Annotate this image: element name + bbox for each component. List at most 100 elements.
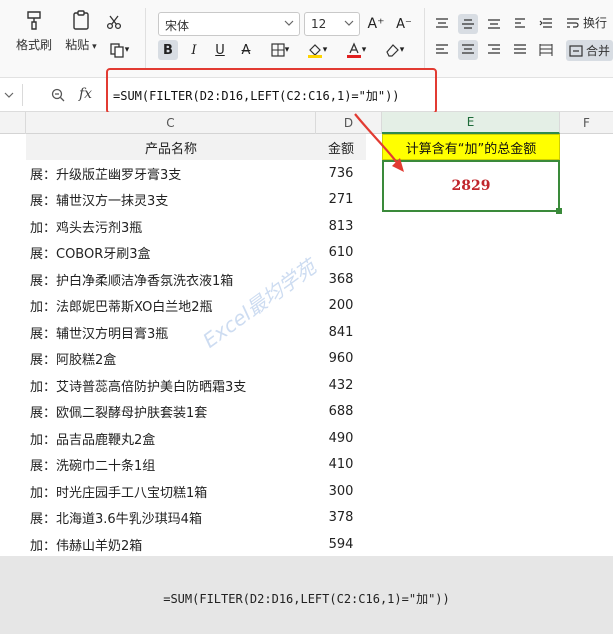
font-size-value: 12 <box>311 17 327 31</box>
align-left-icon <box>436 44 448 54</box>
borders-button[interactable]: ▾ <box>266 40 294 60</box>
underline-button[interactable]: U <box>210 40 230 60</box>
align-bottom-icon <box>488 19 500 29</box>
format-painter-button[interactable]: 格式刷 <box>14 8 54 53</box>
indent-icon <box>539 18 552 28</box>
decrease-font-icon: A⁻ <box>396 16 412 32</box>
text-orientation-icon <box>515 18 525 28</box>
table-row-amount[interactable]: 368 <box>316 266 366 292</box>
copy-icon <box>110 43 124 58</box>
result-cell[interactable]: 2829 <box>382 160 560 212</box>
table-row-amount[interactable]: 410 <box>316 452 366 478</box>
font-color-icon <box>346 42 361 58</box>
bold-button[interactable]: B <box>158 40 178 60</box>
justify-button[interactable] <box>510 40 530 60</box>
table-row-amount[interactable]: 300 <box>316 478 366 504</box>
ribbon-separator <box>145 8 146 70</box>
task-header-cell[interactable]: 计算含有“加”的总金额 <box>382 134 560 160</box>
italic-button[interactable]: I <box>184 40 204 60</box>
amount-header[interactable]: 金额 <box>316 134 366 160</box>
table-row-amount[interactable]: 594 <box>316 531 366 557</box>
align-top-button[interactable] <box>432 14 452 34</box>
table-row-amount[interactable]: 841 <box>316 319 366 345</box>
table-row-name[interactable]: 加：法郎妮巴蒂斯XO白兰地2瓶 <box>30 293 213 319</box>
table-row-name[interactable]: 展：辅世汉方明目膏3瓶 <box>30 319 168 345</box>
table-row-name[interactable]: 加：品吉品鹿鞭丸2盒 <box>30 425 155 451</box>
fx-insert-function[interactable]: fx <box>79 86 92 102</box>
table-row-amount[interactable]: 736 <box>316 160 366 186</box>
text-orientation-button[interactable] <box>510 14 530 34</box>
align-top-icon <box>436 18 448 28</box>
font-name-select[interactable]: 宋体 <box>158 12 300 36</box>
table-row-name[interactable]: 展：COBOR牙刷3盒 <box>30 240 151 266</box>
table-row-name[interactable]: 加：鸡头去污剂3瓶 <box>30 213 142 239</box>
caption-formula: =SUM(FILTER(D2:D16,LEFT(C2:C16,1)="加")) <box>163 592 450 606</box>
clear-format-button[interactable]: ▾ <box>380 40 408 60</box>
strikethrough-icon: A <box>241 42 251 58</box>
table-row-amount[interactable]: 378 <box>316 505 366 531</box>
table-row-name[interactable]: 展：阿胶糕2盒 <box>30 346 116 372</box>
font-size-select[interactable]: 12 <box>304 12 360 36</box>
table-row-name[interactable]: 展：升级版芷幽罗牙膏3支 <box>30 160 181 186</box>
align-left-button[interactable] <box>432 40 452 60</box>
fill-color-button[interactable]: ▾ <box>302 40 332 60</box>
formula-bar-divider <box>22 84 23 106</box>
table-row-amount[interactable]: 960 <box>316 346 366 372</box>
table-row-name[interactable]: 展：洗碗巾二十条1组 <box>30 452 155 478</box>
table-row-name[interactable]: 加：伟赫山羊奶2箱 <box>30 531 142 557</box>
paste-label: 粘贴 <box>65 38 90 52</box>
justify-icon <box>514 44 526 54</box>
chevron-down-icon <box>284 20 294 26</box>
decrease-font-button[interactable]: A⁻ <box>394 14 414 34</box>
fill-handle[interactable] <box>556 208 562 214</box>
font-name-value: 宋体 <box>165 19 190 33</box>
paste-button[interactable]: 粘贴 ▾ <box>60 8 102 53</box>
product-name-header[interactable]: 产品名称 <box>26 134 316 160</box>
wrap-text-label: 换行 <box>583 16 608 30</box>
table-row-name[interactable]: 展：护白净柔顺洁净香氛洗衣液1箱 <box>30 266 233 292</box>
column-header-e[interactable]: E <box>382 112 560 134</box>
paste-icon <box>73 10 89 30</box>
distributed-icon <box>539 44 553 56</box>
paint-bucket-icon <box>307 44 322 58</box>
table-row-name[interactable]: 展：辅世汉方一抹灵3支 <box>30 187 168 213</box>
table-row-name[interactable]: 加：时光庄园手工八宝切糕1箱 <box>30 478 207 504</box>
formula-highlight-frame <box>106 68 437 114</box>
table-row-amount[interactable]: 271 <box>316 187 366 213</box>
table-row-amount[interactable]: 432 <box>316 372 366 398</box>
increase-font-icon: A⁺ <box>367 16 385 32</box>
strikethrough-button[interactable]: A <box>236 40 256 60</box>
column-header-c[interactable]: C <box>26 112 316 134</box>
chevron-down-icon[interactable] <box>4 90 14 100</box>
ribbon-separator <box>424 8 425 70</box>
cut-button[interactable] <box>104 12 124 32</box>
table-row-amount[interactable]: 200 <box>316 293 366 319</box>
zoom-search-icon[interactable] <box>50 87 66 103</box>
font-color-button[interactable]: ▾ <box>342 40 370 60</box>
italic-icon: I <box>191 42 197 58</box>
distributed-button[interactable] <box>536 40 556 60</box>
indent-button[interactable] <box>536 14 556 34</box>
table-row-amount[interactable]: 688 <box>316 399 366 425</box>
align-middle-button[interactable] <box>458 14 478 34</box>
column-header-f[interactable]: F <box>560 112 613 134</box>
row-header-corner[interactable] <box>0 112 26 134</box>
table-row-amount[interactable]: 610 <box>316 240 366 266</box>
merge-cells-button[interactable]: 合并 <box>566 40 613 61</box>
table-row-name[interactable]: 展：欧佩二裂酵母护肤套装1套 <box>30 399 207 425</box>
table-row-name[interactable]: 加：艾诗普蕊高倍防护美白防晒霜3支 <box>30 372 246 398</box>
column-header-d[interactable]: D <box>316 112 382 134</box>
scissors-icon <box>106 15 122 30</box>
increase-font-button[interactable]: A⁺ <box>366 14 386 34</box>
format-painter-label: 格式刷 <box>15 38 52 52</box>
table-row-name[interactable]: 展：北海道3.6牛乳沙琪玛4箱 <box>30 505 202 531</box>
table-row-amount[interactable]: 490 <box>316 425 366 451</box>
align-center-button[interactable] <box>458 40 478 60</box>
table-row-amount[interactable]: 813 <box>316 213 366 239</box>
copy-button[interactable]: ▾ <box>104 40 134 60</box>
eraser-icon <box>386 44 399 57</box>
align-right-button[interactable] <box>484 40 504 60</box>
chevron-down-icon <box>344 20 354 26</box>
wrap-text-button[interactable]: 换行 <box>566 14 607 31</box>
align-bottom-button[interactable] <box>484 14 504 34</box>
